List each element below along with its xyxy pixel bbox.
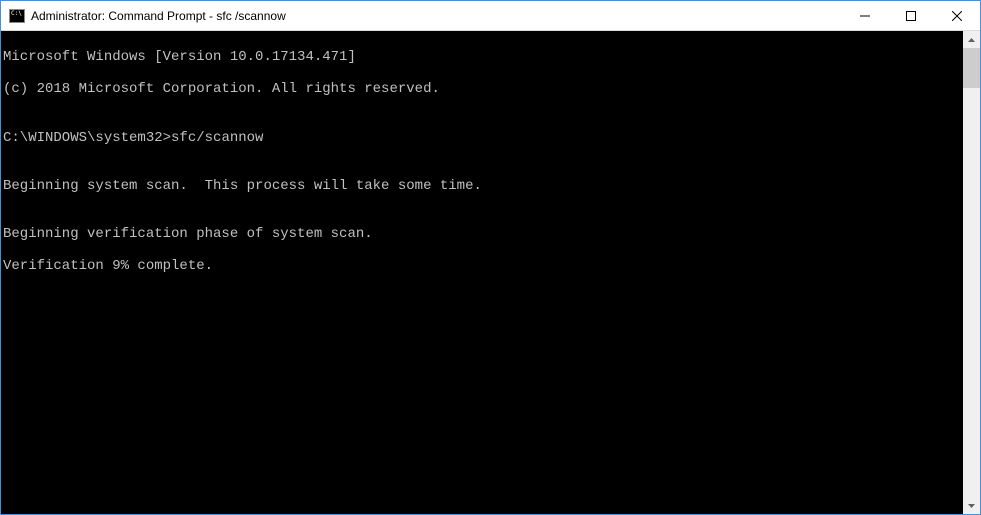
chevron-up-icon (968, 38, 975, 42)
console-line: Beginning verification phase of system s… (3, 226, 963, 242)
scroll-thumb[interactable] (963, 48, 980, 88)
console-line: Verification 9% complete. (3, 258, 963, 274)
console-line: Beginning system scan. This process will… (3, 178, 963, 194)
command-text: sfc/scannow (171, 130, 263, 146)
close-button[interactable] (934, 1, 980, 30)
scroll-up-button[interactable] (963, 31, 980, 48)
minimize-button[interactable] (842, 1, 888, 30)
window-controls (842, 1, 980, 30)
chevron-down-icon (968, 504, 975, 508)
maximize-button[interactable] (888, 1, 934, 30)
vertical-scrollbar[interactable] (963, 31, 980, 514)
scroll-track[interactable] (963, 48, 980, 497)
window-title: Administrator: Command Prompt - sfc /sca… (31, 9, 842, 23)
scroll-down-button[interactable] (963, 497, 980, 514)
console-output[interactable]: Microsoft Windows [Version 10.0.17134.47… (1, 31, 963, 514)
cmd-icon (9, 8, 25, 24)
console-area: Microsoft Windows [Version 10.0.17134.47… (1, 31, 980, 514)
console-line: Microsoft Windows [Version 10.0.17134.47… (3, 49, 963, 65)
command-prompt-window: Administrator: Command Prompt - sfc /sca… (0, 0, 981, 515)
prompt-line: C:\WINDOWS\system32>sfc/scannow (3, 130, 963, 146)
prompt-text: C:\WINDOWS\system32> (3, 130, 171, 146)
titlebar[interactable]: Administrator: Command Prompt - sfc /sca… (1, 1, 980, 31)
minimize-icon (860, 11, 870, 21)
console-line: (c) 2018 Microsoft Corporation. All righ… (3, 81, 963, 97)
close-icon (952, 11, 962, 21)
maximize-icon (906, 11, 916, 21)
